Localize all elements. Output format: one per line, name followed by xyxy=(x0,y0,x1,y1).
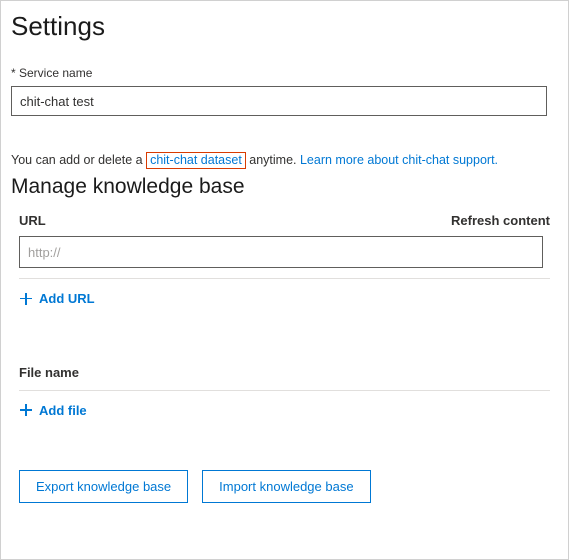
url-section: URL Refresh content Add URL xyxy=(11,213,558,311)
service-name-input[interactable] xyxy=(11,86,547,116)
service-name-label: * Service name xyxy=(11,66,558,80)
chit-chat-info: You can add or delete a chit-chat datase… xyxy=(11,152,558,169)
plus-icon xyxy=(19,403,33,417)
page-title: Settings xyxy=(11,11,558,42)
export-kb-button[interactable]: Export knowledge base xyxy=(19,470,188,503)
divider xyxy=(19,278,550,279)
file-name-label: File name xyxy=(19,365,550,380)
learn-more-link[interactable]: Learn more about chit-chat support. xyxy=(300,153,498,167)
chit-chat-dataset-link[interactable]: chit-chat dataset xyxy=(146,152,246,169)
add-url-button[interactable]: Add URL xyxy=(19,287,95,310)
add-url-label: Add URL xyxy=(39,291,95,306)
kb-actions-row: Export knowledge base Import knowledge b… xyxy=(11,470,558,503)
import-kb-button[interactable]: Import knowledge base xyxy=(202,470,370,503)
refresh-content-label: Refresh content xyxy=(451,213,550,228)
settings-panel: Settings * Service name You can add or d… xyxy=(1,1,568,517)
manage-kb-title: Manage knowledge base xyxy=(11,175,558,199)
info-prefix: You can add or delete a xyxy=(11,153,146,167)
divider xyxy=(19,390,550,391)
add-file-button[interactable]: Add file xyxy=(19,399,87,422)
info-middle: anytime. xyxy=(246,153,300,167)
plus-icon xyxy=(19,292,33,306)
url-header-row: URL Refresh content xyxy=(19,213,550,228)
url-input[interactable] xyxy=(19,236,543,268)
file-section: File name Add file xyxy=(11,365,558,423)
add-file-label: Add file xyxy=(39,403,87,418)
url-column-label: URL xyxy=(19,213,46,228)
